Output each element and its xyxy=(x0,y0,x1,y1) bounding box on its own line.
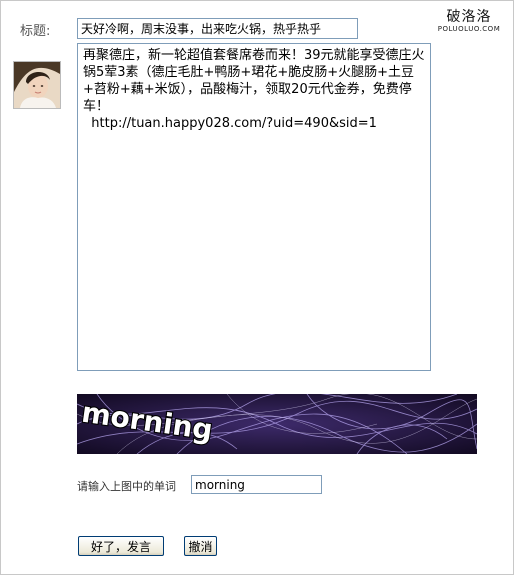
logo-english-text: POLUOLUO.COM xyxy=(437,25,501,33)
captcha-label: 请输入上图中的单词 xyxy=(77,480,176,493)
avatar xyxy=(13,61,61,109)
title-input[interactable] xyxy=(77,18,358,39)
site-logo: 破洛洛 POLUOLUO.COM xyxy=(436,10,502,33)
avatar-image xyxy=(14,62,60,108)
title-label: 标题: xyxy=(20,24,51,39)
captcha-image: morning xyxy=(77,394,477,454)
content-textarea[interactable]: 再聚德庄，新一轮超值套餐席卷而来！39元就能享受德庄火锅5荤3素（德庄毛肚+鸭肠… xyxy=(77,43,431,371)
submit-button[interactable]: 好了，发言 xyxy=(78,536,164,556)
captcha-input[interactable] xyxy=(191,475,322,494)
cancel-button[interactable]: 撤消 xyxy=(184,536,217,556)
logo-chinese-text: 破洛洛 xyxy=(446,9,492,25)
